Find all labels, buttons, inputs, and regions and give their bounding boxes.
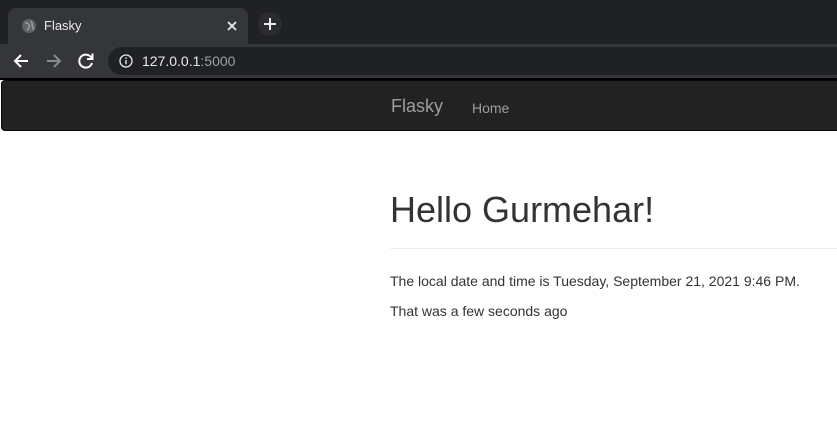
plus-icon — [264, 18, 276, 30]
forward-button[interactable] — [43, 50, 65, 72]
reload-button[interactable] — [75, 50, 97, 72]
back-button[interactable] — [10, 50, 32, 72]
close-icon[interactable] — [224, 18, 240, 34]
site-navbar: Flasky Home — [1, 80, 837, 131]
url-text: 127.0.0.1:5000 — [142, 53, 235, 70]
relative-time-text: That was a few seconds ago — [390, 303, 568, 319]
arrow-left-icon — [13, 54, 28, 68]
url-host: 127.0.0.1 — [142, 53, 201, 69]
new-tab-button[interactable] — [258, 12, 282, 36]
arrow-right-icon — [47, 54, 62, 68]
page-title: Hello Gurmehar! — [390, 189, 655, 230]
browser-tab[interactable]: Flasky — [8, 8, 248, 44]
browser-tab-strip: Flasky — [0, 0, 837, 44]
nav-link-home[interactable]: Home — [472, 98, 509, 118]
page-header: Hello Gurmehar! — [390, 190, 837, 249]
info-icon[interactable] — [119, 54, 133, 68]
reload-icon — [78, 53, 94, 69]
navbar-brand[interactable]: Flasky — [391, 96, 443, 116]
tab-title: Flasky — [44, 18, 82, 33]
browser-toolbar: 127.0.0.1:5000 — [0, 44, 837, 78]
url-port: :5000 — [200, 53, 236, 69]
globe-icon — [21, 18, 37, 34]
local-datetime-text: The local date and time is Tuesday, Sept… — [390, 273, 800, 289]
address-bar[interactable]: 127.0.0.1:5000 — [108, 47, 837, 75]
